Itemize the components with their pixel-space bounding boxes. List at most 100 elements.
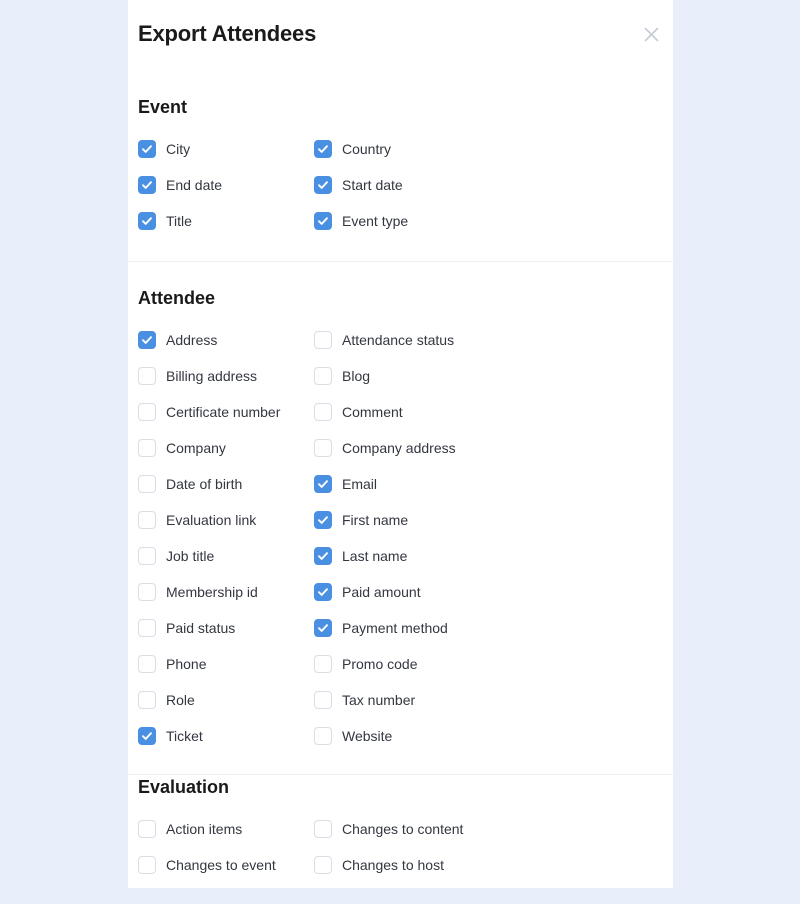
checkbox-checked-icon[interactable] — [314, 212, 332, 230]
checkbox-checked-icon[interactable] — [314, 511, 332, 529]
checkbox-unchecked-icon[interactable] — [314, 367, 332, 385]
checkbox-item[interactable]: Comment — [314, 394, 490, 430]
checkbox-item[interactable]: City — [138, 131, 314, 167]
checkbox-unchecked-icon[interactable] — [138, 583, 156, 601]
checkbox-label: Promo code — [342, 656, 418, 672]
checkbox-unchecked-icon[interactable] — [314, 856, 332, 874]
checkbox-unchecked-icon[interactable] — [314, 727, 332, 745]
checkbox-unchecked-icon[interactable] — [138, 655, 156, 673]
checkbox-label: Comment — [342, 404, 403, 420]
checkbox-label: Certificate number — [166, 404, 281, 420]
checkbox-item[interactable]: Paid amount — [314, 574, 490, 610]
checkbox-item[interactable]: Address — [138, 322, 314, 358]
checkbox-item[interactable]: Start date — [314, 167, 490, 203]
checkbox-item[interactable]: Country — [314, 131, 490, 167]
checkbox-label: Ticket — [166, 728, 203, 744]
checkbox-item[interactable]: Tax number — [314, 682, 490, 718]
checkbox-unchecked-icon[interactable] — [138, 619, 156, 637]
checkbox-unchecked-icon[interactable] — [138, 547, 156, 565]
checkbox-item[interactable]: Evaluation link — [138, 502, 314, 538]
checkbox-item[interactable]: Attendance status — [314, 322, 490, 358]
checkbox-item[interactable]: Membership id — [138, 574, 314, 610]
checkbox-unchecked-icon[interactable] — [314, 691, 332, 709]
checkbox-label: Changes to content — [342, 821, 464, 837]
checkbox-unchecked-icon[interactable] — [138, 439, 156, 457]
checkbox-item[interactable]: Paid status — [138, 610, 314, 646]
checkbox-checked-icon[interactable] — [138, 727, 156, 745]
section-event: Event City Country End date Start date Title E… — [128, 62, 673, 261]
checkbox-unchecked-icon[interactable] — [138, 820, 156, 838]
checkbox-item[interactable]: Changes to content — [314, 811, 490, 847]
checkbox-label: City — [166, 141, 191, 157]
checkbox-label: Last name — [342, 548, 408, 564]
checkbox-label: End date — [166, 177, 223, 193]
checkbox-item[interactable]: Changes to event — [138, 847, 314, 883]
checkbox-checked-icon[interactable] — [138, 331, 156, 349]
checkbox-item[interactable]: Content impression — [314, 883, 490, 888]
checkbox-label: Evaluation link — [166, 512, 257, 528]
checkbox-checked-icon[interactable] — [314, 140, 332, 158]
checkbox-item[interactable]: Event type — [314, 203, 490, 239]
checkbox-checked-icon[interactable] — [314, 547, 332, 565]
checkbox-item[interactable]: Certificate number — [138, 394, 314, 430]
checkbox-label: Company address — [342, 440, 456, 456]
checkbox-item[interactable]: Action items — [138, 811, 314, 847]
checkbox-unchecked-icon[interactable] — [138, 691, 156, 709]
checkbox-checked-icon[interactable] — [314, 583, 332, 601]
checkbox-label: Payment method — [342, 620, 448, 636]
checkbox-unchecked-icon[interactable] — [314, 331, 332, 349]
section-evaluation: Evaluation Action items Changes to content… — [128, 775, 673, 888]
checkbox-unchecked-icon[interactable] — [138, 403, 156, 421]
checkbox-item[interactable]: Last name — [314, 538, 490, 574]
checkbox-item[interactable]: Title — [138, 203, 314, 239]
section-title-attendee: Attendee — [138, 288, 216, 308]
checkbox-unchecked-icon[interactable] — [314, 403, 332, 421]
checkbox-item[interactable]: Billing address — [138, 358, 314, 394]
section-title-event: Event — [138, 97, 188, 117]
checkbox-checked-icon[interactable] — [314, 176, 332, 194]
checkbox-label: Billing address — [166, 368, 258, 384]
checkbox-unchecked-icon[interactable] — [314, 439, 332, 457]
checkbox-unchecked-icon[interactable] — [138, 475, 156, 493]
checkbox-label: Date of birth — [166, 476, 243, 492]
checkbox-label: Action items — [166, 821, 243, 837]
checkbox-checked-icon[interactable] — [314, 475, 332, 493]
checkbox-label: Country — [342, 141, 392, 157]
checkbox-checked-icon[interactable] — [138, 212, 156, 230]
checkbox-label: Paid amount — [342, 584, 421, 600]
close-icon[interactable] — [639, 22, 663, 46]
checkbox-item[interactable]: End date — [138, 167, 314, 203]
checkbox-checked-icon[interactable] — [138, 140, 156, 158]
checkbox-item[interactable]: Blog — [314, 358, 490, 394]
checkbox-label: Changes to host — [342, 857, 444, 873]
checkbox-unchecked-icon[interactable] — [314, 655, 332, 673]
checkbox-label: Job title — [166, 548, 215, 564]
page-background: Export Attendees Event City Country End dat… — [0, 0, 800, 904]
checkbox-item[interactable]: Date of birth — [138, 466, 314, 502]
checkbox-item[interactable]: Consent — [138, 883, 314, 888]
checkbox-unchecked-icon[interactable] — [314, 820, 332, 838]
checkbox-label: Attendance status — [342, 332, 455, 348]
checkbox-label: Address — [166, 332, 218, 348]
checkbox-item[interactable]: First name — [314, 502, 490, 538]
checkbox-item[interactable]: Job title — [138, 538, 314, 574]
checkbox-item[interactable]: Role — [138, 682, 314, 718]
checkbox-item[interactable]: Company — [138, 430, 314, 466]
checkbox-label: First name — [342, 512, 409, 528]
checkbox-unchecked-icon[interactable] — [138, 511, 156, 529]
checkbox-label: Company — [166, 440, 226, 456]
checkbox-item[interactable]: Website — [314, 718, 490, 754]
checkbox-label: Tax number — [342, 692, 416, 708]
checkbox-item[interactable]: Payment method — [314, 610, 490, 646]
checkbox-unchecked-icon[interactable] — [138, 367, 156, 385]
checkbox-item[interactable]: Email — [314, 466, 490, 502]
checkbox-label: Paid status — [166, 620, 236, 636]
checkbox-item[interactable]: Company address — [314, 430, 490, 466]
checkbox-unchecked-icon[interactable] — [138, 856, 156, 874]
checkbox-item[interactable]: Promo code — [314, 646, 490, 682]
checkbox-checked-icon[interactable] — [138, 176, 156, 194]
checkbox-checked-icon[interactable] — [314, 619, 332, 637]
checkbox-item[interactable]: Phone — [138, 646, 314, 682]
checkbox-item[interactable]: Ticket — [138, 718, 314, 754]
checkbox-item[interactable]: Changes to host — [314, 847, 490, 883]
